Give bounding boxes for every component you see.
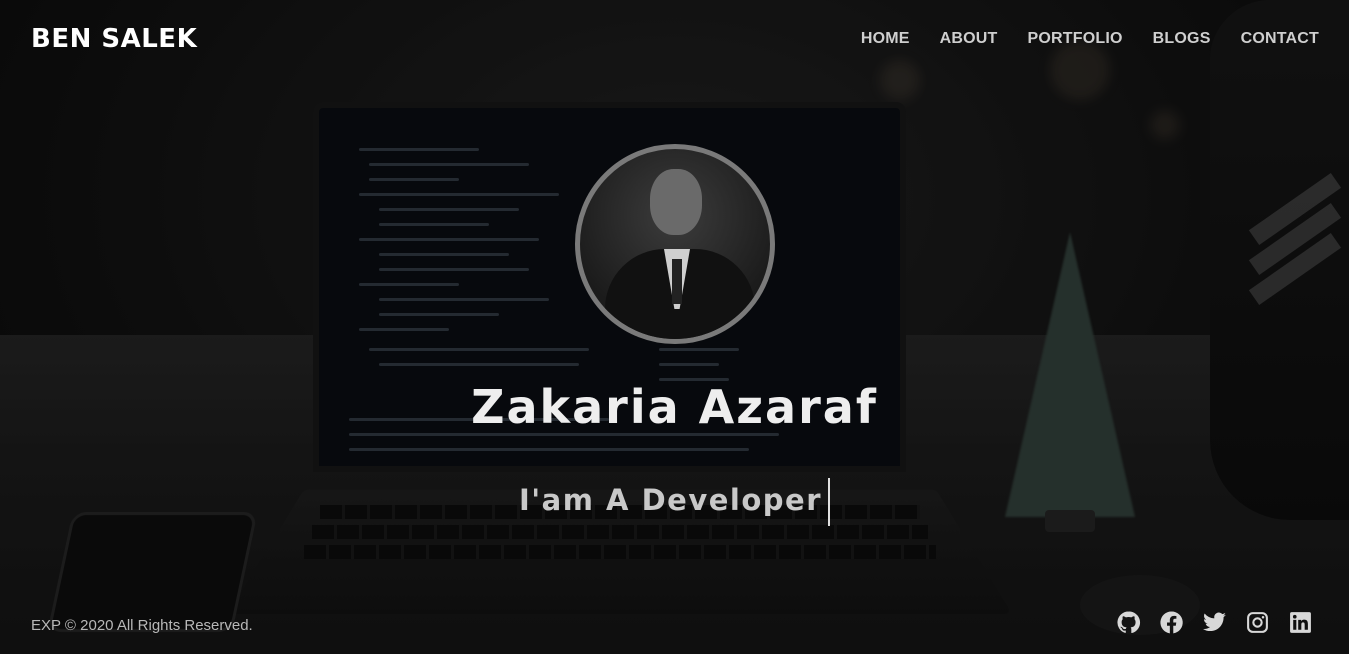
hero-name: Zakaria Azaraf: [471, 380, 878, 434]
nav-contact[interactable]: CONTACT: [1241, 30, 1319, 48]
hero-tagline: I'am A Developer: [0, 478, 1349, 526]
nav-about[interactable]: ABOUT: [940, 30, 998, 48]
social-links: [1116, 610, 1313, 635]
nav-blogs[interactable]: BLOGS: [1153, 30, 1211, 48]
twitter-icon[interactable]: [1202, 610, 1227, 635]
nav-home[interactable]: HOME: [861, 30, 910, 48]
github-icon[interactable]: [1116, 610, 1141, 635]
copyright: EXP © 2020 All Rights Reserved.: [31, 617, 253, 634]
instagram-icon[interactable]: [1245, 610, 1270, 635]
main-nav: HOME ABOUT PORTFOLIO BLOGS CONTACT: [861, 30, 1319, 48]
facebook-icon[interactable]: [1159, 610, 1184, 635]
avatar: [575, 144, 775, 344]
brand-logo[interactable]: BEN SALEK: [31, 24, 197, 54]
tagline-text: I'am A Developer: [519, 483, 822, 517]
nav-portfolio[interactable]: PORTFOLIO: [1028, 30, 1123, 48]
linkedin-icon[interactable]: [1288, 610, 1313, 635]
typing-caret: [828, 478, 830, 526]
